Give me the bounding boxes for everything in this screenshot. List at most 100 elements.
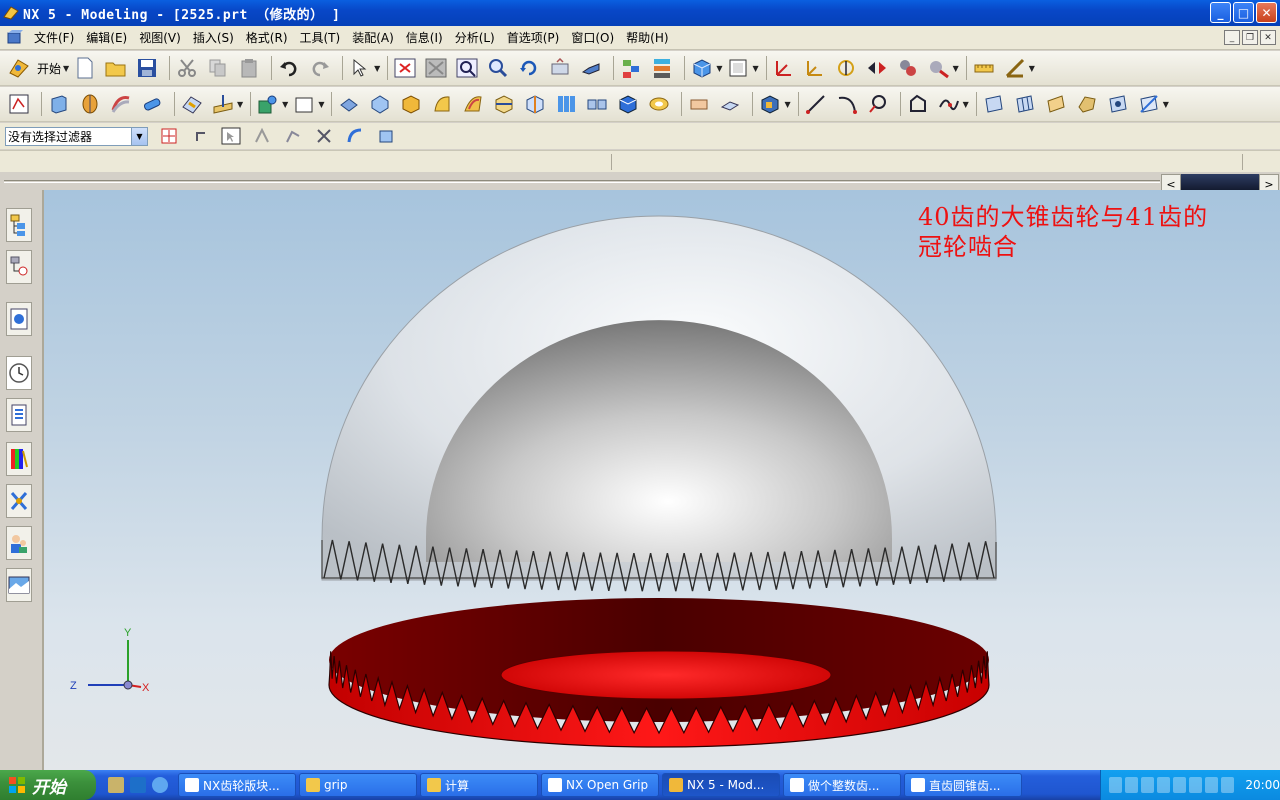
assembly-navigator-icon[interactable] bbox=[618, 55, 644, 81]
split-body-icon[interactable] bbox=[491, 91, 517, 117]
pocket-icon[interactable] bbox=[717, 91, 743, 117]
start-menu-button[interactable]: 开始 bbox=[0, 770, 96, 800]
doc-restore-button[interactable]: ❐ bbox=[1242, 30, 1258, 45]
wcs-save-icon[interactable] bbox=[926, 55, 952, 81]
measure-distance-icon[interactable] bbox=[971, 55, 997, 81]
quicklaunch-ie-icon[interactable] bbox=[152, 777, 168, 793]
thicken-icon[interactable] bbox=[615, 91, 641, 117]
redo-icon[interactable] bbox=[307, 55, 333, 81]
trim-body-icon[interactable] bbox=[522, 91, 548, 117]
maximize-button[interactable]: □ bbox=[1233, 2, 1254, 23]
assembly-navigator-tab-icon[interactable] bbox=[6, 208, 32, 242]
tray-network-icon[interactable] bbox=[1141, 777, 1155, 793]
process-studio-tab-icon[interactable] bbox=[6, 484, 32, 518]
arc-icon[interactable] bbox=[834, 91, 860, 117]
undo-icon[interactable] bbox=[276, 55, 302, 81]
zoom-icon[interactable] bbox=[485, 55, 511, 81]
select-curve-icon[interactable] bbox=[249, 123, 275, 149]
selection-dropdown-icon[interactable]: ▼ bbox=[374, 64, 380, 73]
point-icon[interactable] bbox=[255, 91, 281, 117]
task-button[interactable]: 计算 bbox=[420, 773, 538, 797]
filter-dropdown-icon[interactable]: ▼ bbox=[131, 127, 147, 145]
history-tab-icon[interactable] bbox=[6, 356, 32, 390]
task-button[interactable]: NX Open Grip bbox=[541, 773, 659, 797]
point-dropdown-icon[interactable]: ▼ bbox=[282, 100, 288, 109]
menu-insert[interactable]: 插入(S) bbox=[187, 29, 240, 46]
hole-icon[interactable] bbox=[646, 91, 672, 117]
task-button[interactable]: grip bbox=[299, 773, 417, 797]
edge-blend-icon[interactable] bbox=[179, 91, 205, 117]
type-filter-select[interactable]: 没有选择过滤器 ▼ bbox=[5, 126, 148, 146]
color-palette-tab-icon[interactable] bbox=[6, 442, 32, 476]
new-file-icon[interactable] bbox=[72, 55, 98, 81]
mirror-icon[interactable] bbox=[584, 91, 610, 117]
boolean-subtract-icon[interactable] bbox=[367, 91, 393, 117]
sketch-icon[interactable] bbox=[6, 91, 32, 117]
view-dropdown-icon[interactable]: ▼ bbox=[752, 64, 758, 73]
menu-file[interactable]: 文件(F) bbox=[28, 29, 80, 46]
bevel-gear[interactable] bbox=[328, 598, 990, 748]
start-dropdown-icon[interactable]: ▼ bbox=[63, 64, 69, 73]
view-orientation-icon[interactable] bbox=[725, 55, 751, 81]
menu-assemblies[interactable]: 装配(A) bbox=[346, 29, 400, 46]
layer-settings-icon[interactable] bbox=[649, 55, 675, 81]
datum-plane-icon[interactable] bbox=[210, 91, 236, 117]
copy-icon[interactable] bbox=[205, 55, 231, 81]
selection-tools-icon[interactable] bbox=[347, 55, 373, 81]
draft-icon[interactable] bbox=[429, 91, 455, 117]
n-sided-surface-icon[interactable] bbox=[1074, 91, 1100, 117]
circle-icon[interactable] bbox=[865, 91, 891, 117]
task-button[interactable]: NX 5 - Mod... bbox=[662, 773, 780, 797]
measure-dropdown-icon[interactable]: ▼ bbox=[1029, 64, 1035, 73]
fit-view-icon[interactable] bbox=[392, 55, 418, 81]
render-style-dropdown-icon[interactable]: ▼ bbox=[716, 64, 722, 73]
web-browser-tab-icon[interactable] bbox=[6, 302, 32, 336]
task-button[interactable]: NX齿轮版块... bbox=[178, 773, 296, 797]
menu-help[interactable]: 帮助(H) bbox=[620, 29, 674, 46]
menu-window[interactable]: 窗口(O) bbox=[565, 29, 620, 46]
roles-tab-icon[interactable] bbox=[6, 526, 32, 560]
paste-icon[interactable] bbox=[236, 55, 262, 81]
spline-icon[interactable] bbox=[936, 91, 962, 117]
menu-view[interactable]: 视图(V) bbox=[133, 29, 187, 46]
menu-tools[interactable]: 工具(T) bbox=[294, 29, 347, 46]
undo-selection-icon[interactable] bbox=[187, 123, 213, 149]
tray-security-icon[interactable] bbox=[1221, 777, 1235, 793]
tray-display-icon[interactable] bbox=[1125, 777, 1139, 793]
wcs-dropdown-icon[interactable]: ▼ bbox=[953, 64, 959, 73]
model-scene[interactable]: Y Z X bbox=[44, 190, 1280, 770]
quick-pick-icon[interactable] bbox=[218, 123, 244, 149]
doc-minimize-button[interactable]: _ bbox=[1224, 30, 1240, 45]
rotate-icon[interactable] bbox=[516, 55, 542, 81]
system-materials-tab-icon[interactable] bbox=[6, 398, 32, 432]
extrude-icon[interactable] bbox=[46, 91, 72, 117]
surface-dropdown-icon[interactable]: ▼ bbox=[1163, 100, 1169, 109]
tray-user-icon[interactable] bbox=[1189, 777, 1203, 793]
quicklaunch-app-icon[interactable] bbox=[130, 777, 146, 793]
feature-dropdown-icon[interactable]: ▼ bbox=[784, 100, 790, 109]
minimize-button[interactable]: _ bbox=[1210, 2, 1231, 23]
sweep-icon[interactable] bbox=[108, 91, 134, 117]
shell-icon[interactable] bbox=[398, 91, 424, 117]
wcs-orient-icon[interactable] bbox=[864, 55, 890, 81]
tray-network-icon[interactable] bbox=[1109, 777, 1123, 793]
line-icon[interactable] bbox=[803, 91, 829, 117]
zoom-area-icon[interactable] bbox=[454, 55, 480, 81]
shaded-cube-icon[interactable] bbox=[689, 55, 715, 81]
wcs-rotate-icon[interactable] bbox=[833, 55, 859, 81]
start-button[interactable]: 开始 bbox=[37, 60, 61, 77]
wcs-dynamic-icon[interactable] bbox=[895, 55, 921, 81]
select-face-icon[interactable] bbox=[342, 123, 368, 149]
start-icon[interactable] bbox=[6, 55, 32, 81]
boolean-unite-icon[interactable] bbox=[336, 91, 362, 117]
pan-icon[interactable] bbox=[547, 55, 573, 81]
zoom-window-icon[interactable] bbox=[423, 55, 449, 81]
doc-close-button[interactable]: ✕ bbox=[1260, 30, 1276, 45]
revolve-icon[interactable] bbox=[77, 91, 103, 117]
block-dropdown-icon[interactable]: ▼ bbox=[318, 100, 324, 109]
tray-ime-icon[interactable] bbox=[1173, 777, 1187, 793]
menu-information[interactable]: 信息(I) bbox=[400, 29, 449, 46]
menu-preferences[interactable]: 首选项(P) bbox=[501, 29, 566, 46]
part-icon[interactable] bbox=[6, 29, 24, 46]
snap-point-icon[interactable] bbox=[156, 123, 182, 149]
